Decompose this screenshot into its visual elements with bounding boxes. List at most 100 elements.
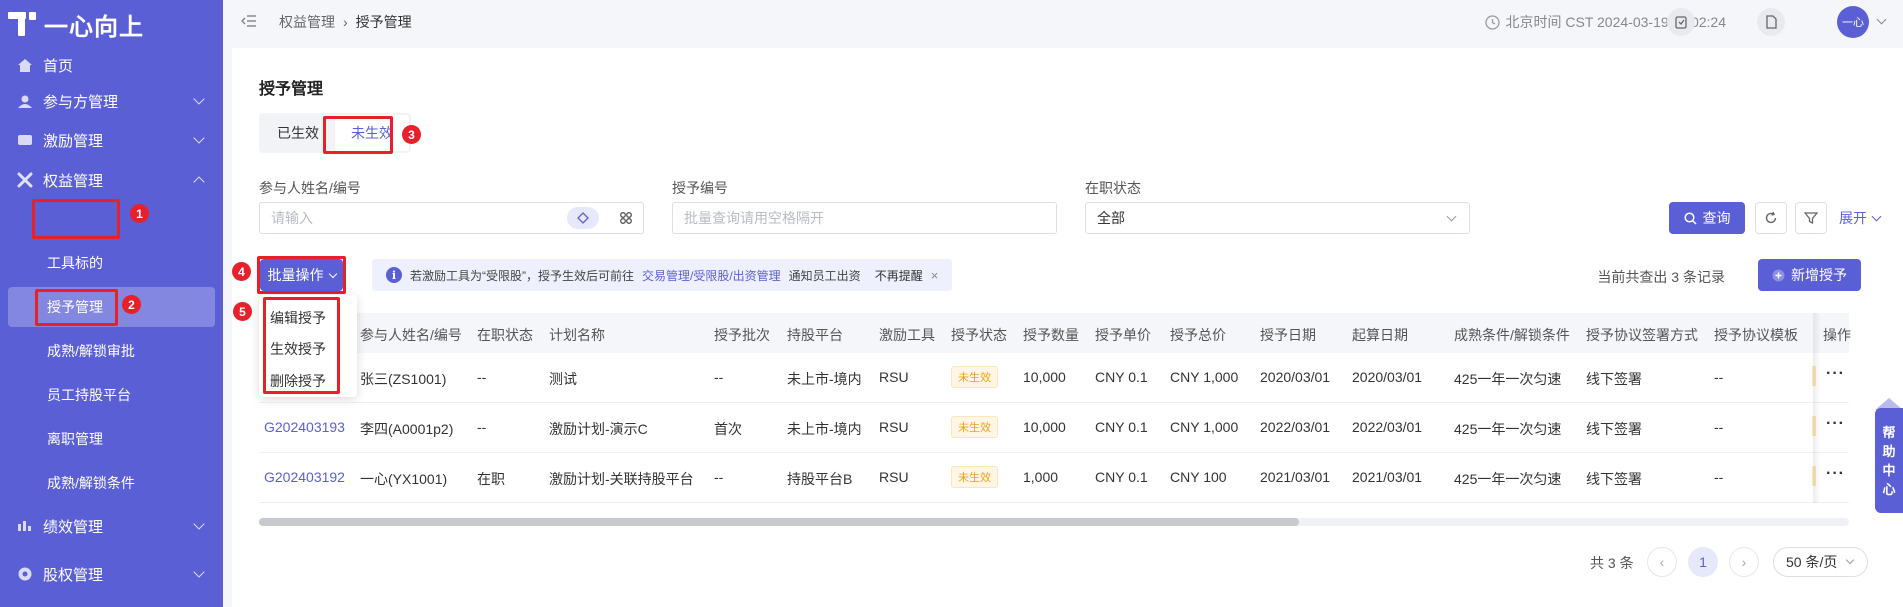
cell-qty: 1,000 [1023, 469, 1059, 485]
cell-batch: 首次 [714, 421, 742, 437]
bulk-actions-label: 批量操作 [267, 267, 324, 283]
chevron-down-icon [1845, 555, 1855, 565]
menu-item-edit-grant[interactable]: 编辑授予 [270, 308, 326, 328]
status-badge: 未生效 [951, 366, 998, 388]
sidebar-item-label: 股权管理 [43, 566, 104, 584]
bulk-actions-button[interactable]: 批量操作 [260, 259, 343, 291]
stock-icon [16, 566, 34, 582]
cell-condition: 425一年一次匀速 [1454, 421, 1562, 437]
help-char: 助 [1882, 443, 1896, 459]
table-row[interactable]: G202403192 一心(YX1001) 在职 激励计划-关联持股平台 -- … [259, 453, 1849, 503]
filter-button[interactable] [1795, 202, 1827, 234]
cell-qty: 10,000 [1023, 419, 1066, 435]
cell-grant-date: 2021/03/01 [1260, 469, 1331, 485]
page-size-select[interactable]: 50 条/页 [1773, 547, 1868, 577]
expand-filters-toggle[interactable]: 展开 [1839, 208, 1882, 228]
chevron-down-icon [1446, 211, 1457, 222]
sidebar-subitem-tool-targets[interactable]: 工具标的 [0, 243, 223, 283]
grant-id-link[interactable]: G202403193 [264, 419, 345, 435]
sidebar-item-stock[interactable]: 股权管理 [0, 552, 223, 596]
sidebar-subitem-esop-platform[interactable]: 员工持股平台 [0, 375, 223, 415]
task-button[interactable] [1667, 8, 1695, 36]
participant-input[interactable]: 请输入 [259, 202, 644, 234]
sidebar-item-performance[interactable]: 绩效管理 [0, 504, 223, 548]
column-header: 起算日期 [1352, 327, 1408, 343]
prev-page-button[interactable]: ‹ [1647, 547, 1677, 577]
sidebar-item-incentive[interactable]: 激励管理 [0, 118, 223, 162]
annotation-badge: 4 [232, 262, 251, 281]
notice-link[interactable]: 交易管理/受限股/出资管理 [642, 267, 781, 284]
status-tabs: 已生效 未生效 [259, 113, 411, 153]
cell-unit-price: CNY 0.1 [1095, 419, 1148, 435]
breadcrumb-item[interactable]: 权益管理 [279, 12, 335, 32]
column-header: 授予日期 [1260, 327, 1316, 343]
sidebar-subitem-grant-management[interactable]: 授予管理 [8, 287, 215, 327]
cell-platform: 未上市-境内 [787, 421, 862, 437]
document-button[interactable] [1757, 8, 1785, 36]
cell-grant-date: 2022/03/01 [1260, 419, 1331, 435]
next-page-button[interactable]: › [1729, 547, 1759, 577]
row-more-icon[interactable]: ··· [1826, 415, 1845, 433]
menu-item-activate-grant[interactable]: 生效授予 [270, 339, 326, 359]
sidebar-subitem-vesting-approval[interactable]: 成熟/解锁审批 [0, 331, 223, 371]
table-row[interactable]: 张三(ZS1001) -- 测试 -- 未上市-境内 RSU 未生效 10,00… [259, 353, 1849, 403]
tab-not-effective[interactable]: 未生效 [335, 115, 409, 151]
sidebar-item-participants[interactable]: 参与方管理 [0, 79, 223, 123]
column-header: 计划名称 [549, 327, 605, 343]
document-icon [1766, 15, 1777, 29]
cell-platform: 未上市-境内 [787, 371, 862, 387]
page-button-current[interactable]: 1 [1688, 547, 1718, 577]
cell-participant: 张三(ZS1001) [360, 371, 447, 387]
page-size-value: 50 条/页 [1786, 554, 1838, 570]
sidebar-item-label: 激励管理 [43, 132, 104, 150]
cell-start-date: 2021/03/01 [1352, 469, 1423, 485]
link-icon[interactable] [619, 211, 633, 228]
table-row[interactable]: G202403193 李四(A0001p2) -- 激励计划-演示C 首次 未上… [259, 403, 1849, 453]
sidebar-item-equity[interactable]: 权益管理 [0, 158, 223, 202]
grant-id-link[interactable]: G202403192 [264, 469, 345, 485]
annotation-badge: 3 [402, 125, 421, 144]
chevron-down-icon [193, 132, 205, 144]
dont-remind-button[interactable]: 不再提醒 [875, 267, 923, 284]
sidebar-subitem-vesting-conditions[interactable]: 成熟/解锁条件 [0, 463, 223, 503]
clock-icon [1484, 14, 1500, 30]
search-icon [1683, 211, 1697, 225]
column-header: 成熟条件/解锁条件 [1454, 327, 1570, 343]
tab-effective[interactable]: 已生效 [261, 115, 335, 151]
avatar[interactable]: 一心 [1837, 6, 1869, 38]
reset-button[interactable] [1755, 202, 1787, 234]
grant-no-filter-label: 授予编号 [672, 180, 728, 196]
chevron-right-icon: › [1741, 554, 1747, 570]
column-header: 授予批次 [714, 327, 770, 343]
query-button[interactable]: 查询 [1669, 202, 1745, 234]
close-icon[interactable]: × [931, 268, 939, 283]
column-header: 操作 [1823, 327, 1851, 343]
cell-condition: 425一年一次匀速 [1454, 371, 1562, 387]
column-header: 参与人姓名/编号 [360, 327, 462, 343]
column-header: 授予协议模板 [1714, 327, 1798, 343]
column-header: 授予单价 [1095, 327, 1151, 343]
add-grant-button[interactable]: 新增授予 [1758, 259, 1861, 291]
page-title: 授予管理 [259, 81, 324, 98]
sidebar-subitem-resignation[interactable]: 离职管理 [0, 419, 223, 459]
participant-filter-label: 参与人姓名/编号 [259, 180, 361, 196]
menu-item-delete-grant[interactable]: 删除授予 [270, 371, 326, 391]
org-picker-icon[interactable] [567, 207, 599, 229]
incentive-icon [16, 132, 34, 148]
chevron-down-icon[interactable] [1876, 14, 1887, 25]
cell-grant-date: 2020/03/01 [1260, 369, 1331, 385]
status-select[interactable]: 全部 [1085, 202, 1470, 234]
cell-sign-method: 线下签署 [1586, 421, 1642, 437]
sidebar-item-label: 绩效管理 [43, 518, 104, 536]
row-more-icon[interactable]: ··· [1826, 365, 1845, 383]
collapse-sidebar-icon[interactable] [240, 14, 257, 28]
grant-no-input[interactable]: 批量查询请用空格隔开 [672, 202, 1057, 234]
row-more-icon[interactable]: ··· [1826, 465, 1845, 483]
cell-template: -- [1714, 419, 1724, 435]
query-button-label: 查询 [1702, 210, 1731, 226]
sidebar-subitem-label: 工具标的 [47, 255, 103, 271]
sidebar-item-label: 参与方管理 [43, 93, 119, 111]
brand-logo[interactable]: 一心向上 [8, 6, 144, 42]
horizontal-scrollbar-thumb[interactable] [259, 518, 1299, 526]
help-center-tab[interactable]: 帮 助 中 心 [1875, 408, 1903, 513]
